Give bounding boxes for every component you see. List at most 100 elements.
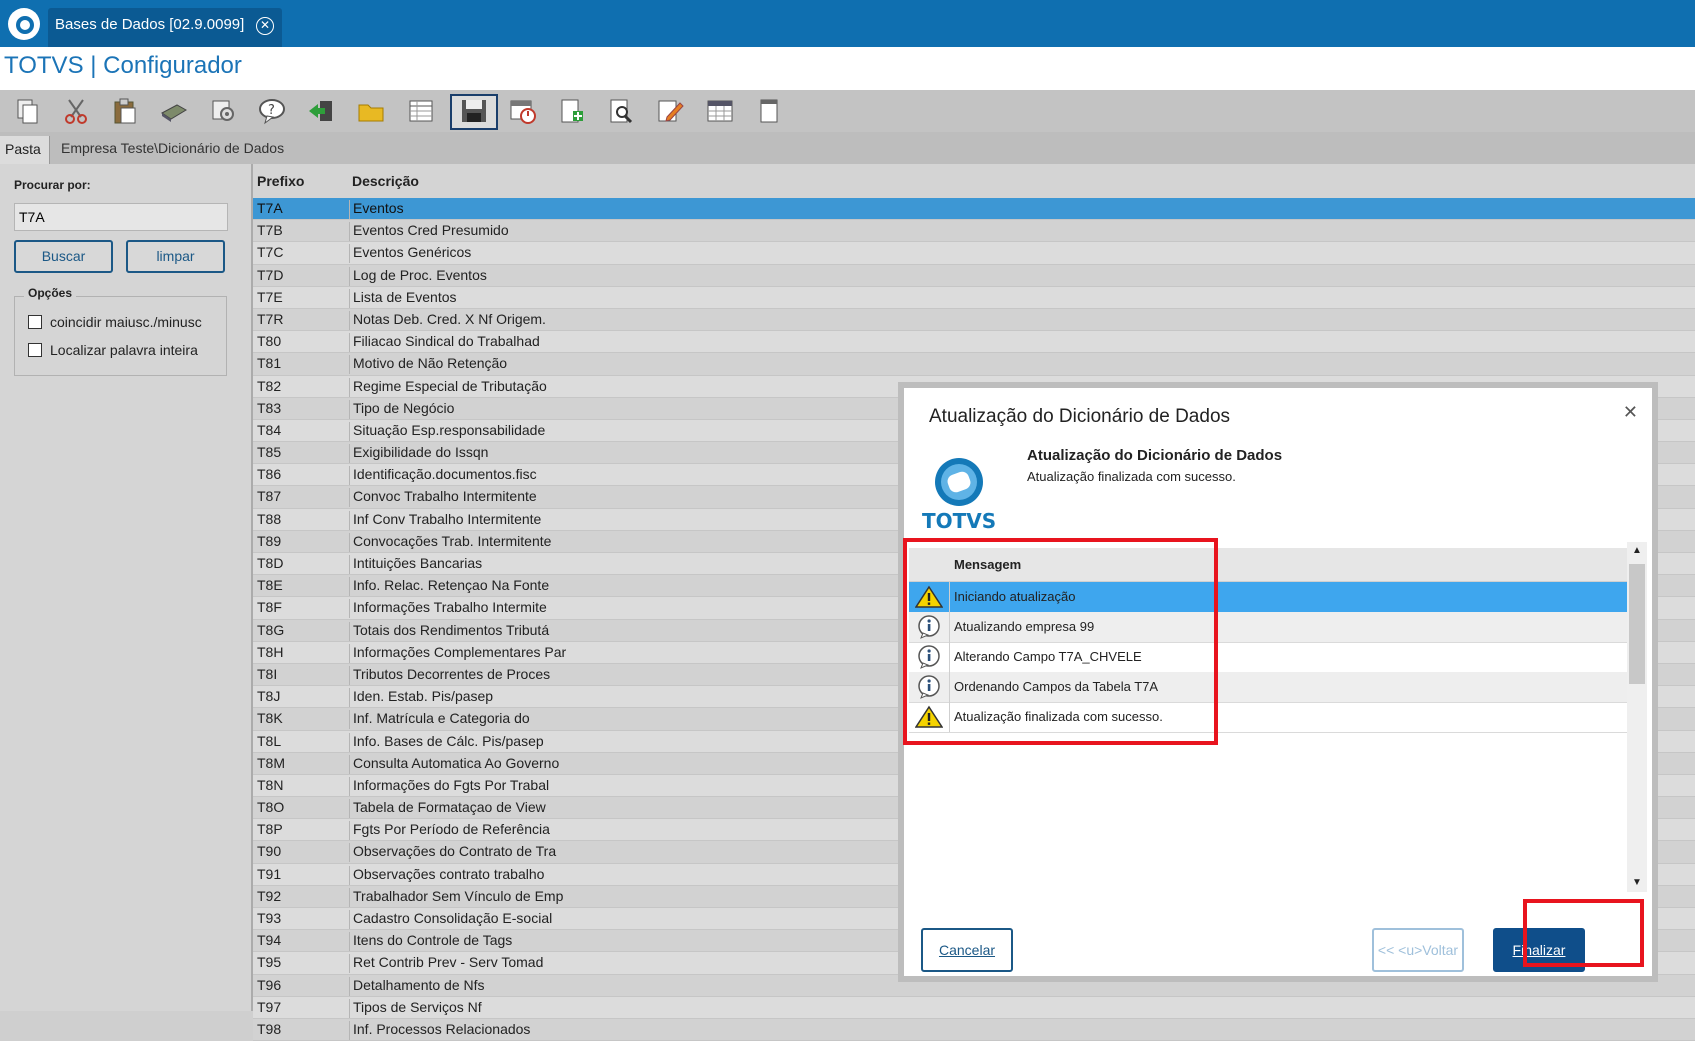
table-row[interactable]: T7E Lista de Eventos bbox=[253, 286, 1695, 309]
cell-descricao: Inf Conv Trabalho Intermitente bbox=[349, 510, 541, 530]
cell-prefixo: T8E bbox=[257, 577, 283, 594]
cell-descricao: Ret Contrib Prev - Serv Tomad bbox=[349, 954, 543, 974]
table-row[interactable]: T7A Eventos bbox=[253, 198, 1695, 221]
cell-prefixo: T94 bbox=[257, 932, 282, 949]
cell-descricao: Notas Deb. Cred. X Nf Origem. bbox=[349, 310, 546, 330]
cell-descricao: Eventos Cred Presumido bbox=[349, 222, 509, 242]
toolbar: ? bbox=[0, 90, 1695, 132]
table-row[interactable]: T98 Inf. Processos Relacionados bbox=[253, 1018, 1695, 1041]
voltar-button: << <u>Voltar bbox=[1372, 928, 1464, 972]
cell-prefixo: T8P bbox=[257, 821, 283, 838]
totvs-logo-text: TOTVS bbox=[922, 509, 996, 533]
cell-descricao: Intituições Bancarias bbox=[349, 555, 482, 574]
totvs-logo-icon bbox=[8, 8, 40, 40]
cell-prefixo: T7C bbox=[257, 244, 284, 261]
cell-prefixo: T8D bbox=[257, 555, 284, 571]
messages-scrollbar[interactable]: ▲ ▼ bbox=[1627, 542, 1647, 892]
top-bar: Bases de Dados [02.9.0099] ✕ bbox=[0, 0, 1695, 47]
search-panel: Procurar por: Buscar limpar Opções coinc… bbox=[0, 164, 253, 1011]
table-row[interactable]: T7D Log de Proc. Eventos bbox=[253, 264, 1695, 287]
save-icon[interactable] bbox=[450, 94, 498, 130]
highlight-messages bbox=[903, 538, 1218, 745]
cell-prefixo: T86 bbox=[257, 466, 282, 483]
cancelar-button[interactable]: Cancelar bbox=[921, 928, 1013, 972]
edit-icon[interactable] bbox=[651, 96, 689, 126]
close-icon[interactable]: ✕ bbox=[1623, 402, 1638, 423]
cell-descricao: Tipos de Serviços Nf bbox=[349, 998, 482, 1018]
checkbox[interactable] bbox=[28, 343, 42, 357]
exit-icon[interactable] bbox=[302, 96, 340, 126]
table-row[interactable]: T97 Tipos de Serviços Nf bbox=[253, 996, 1695, 1019]
cell-descricao: Fgts Por Período de Referência bbox=[349, 821, 550, 841]
cell-prefixo: T81 bbox=[257, 355, 282, 372]
checkbox[interactable] bbox=[28, 315, 42, 329]
cell-prefixo: T7B bbox=[257, 222, 283, 239]
cell-descricao: Tabela de Formataçao de View bbox=[349, 799, 546, 819]
search-input[interactable] bbox=[14, 203, 228, 231]
cell-prefixo: T8M bbox=[257, 754, 285, 771]
header-descricao[interactable]: Descrição bbox=[352, 173, 419, 189]
cell-prefixo: T8G bbox=[257, 621, 285, 638]
book-icon[interactable] bbox=[155, 96, 193, 126]
cell-descricao: Log de Proc. Eventos bbox=[349, 266, 487, 286]
table-row[interactable]: T7B Eventos Cred Presumido bbox=[253, 220, 1695, 243]
cell-descricao: Convoc Trabalho Intermitente bbox=[349, 488, 537, 508]
scroll-up-icon[interactable]: ▲ bbox=[1627, 542, 1647, 560]
cell-descricao: Info. Relac. Retençao Na Fonte bbox=[349, 577, 549, 597]
tab-label: Bases de Dados [02.9.0099] bbox=[55, 16, 245, 33]
limpar-button[interactable]: limpar bbox=[126, 240, 225, 273]
options-group bbox=[14, 296, 227, 376]
cell-descricao: Tributos Decorrentes de Proces bbox=[349, 665, 550, 685]
grid-icon[interactable] bbox=[701, 96, 739, 126]
cell-prefixo: T97 bbox=[257, 998, 282, 1015]
scroll-down-icon[interactable]: ▼ bbox=[1627, 874, 1647, 892]
header-prefixo[interactable]: Prefixo bbox=[257, 173, 304, 189]
cut-icon[interactable] bbox=[57, 96, 95, 126]
cell-prefixo: T93 bbox=[257, 910, 282, 926]
dialog-subtitle: Atualização do Dicionário de Dados bbox=[1027, 447, 1283, 464]
buscar-button[interactable]: Buscar bbox=[14, 240, 113, 273]
table-row[interactable]: T80 Filiacao Sindical do Trabalhad bbox=[253, 331, 1695, 354]
title-bar: TOTVS | Configurador bbox=[0, 47, 1695, 91]
tab-close-icon[interactable]: ✕ bbox=[256, 17, 274, 35]
tab-bases-de-dados[interactable]: Bases de Dados [02.9.0099] ✕ bbox=[48, 8, 282, 47]
svg-text:?: ? bbox=[268, 103, 275, 118]
folder-icon[interactable] bbox=[352, 96, 390, 126]
cell-prefixo: T7R bbox=[257, 310, 284, 327]
gears-icon[interactable] bbox=[204, 96, 242, 126]
cell-prefixo: T8N bbox=[257, 776, 284, 793]
table-row[interactable]: T7C Eventos Genéricos bbox=[253, 242, 1695, 265]
cell-descricao: Observações contrato trabalho bbox=[349, 865, 544, 885]
app-title: TOTVS | Configurador bbox=[4, 52, 242, 79]
tab-pasta-label: Pasta bbox=[5, 141, 41, 157]
help-icon[interactable]: ? bbox=[253, 96, 291, 126]
calendar-clock-icon[interactable] bbox=[504, 96, 542, 126]
table-row[interactable]: T81 Motivo de Não Retenção bbox=[253, 353, 1695, 376]
table-row[interactable]: T7R Notas Deb. Cred. X Nf Origem. bbox=[253, 308, 1695, 332]
page-icon[interactable] bbox=[750, 96, 788, 126]
dialog-title: Atualização do Dicionário de Dados bbox=[929, 406, 1231, 427]
cell-prefixo: T83 bbox=[257, 399, 282, 416]
cell-prefixo: T88 bbox=[257, 510, 282, 527]
cell-descricao: Exigibilidade do Issqn bbox=[349, 444, 488, 464]
search-doc-icon[interactable] bbox=[602, 96, 640, 126]
cell-prefixo: T8I bbox=[257, 665, 278, 682]
cell-prefixo: T8L bbox=[257, 732, 282, 749]
table-icon[interactable] bbox=[402, 96, 440, 126]
copy-icon[interactable] bbox=[8, 96, 46, 126]
cell-descricao: Tipo de Negócio bbox=[349, 399, 454, 419]
cell-prefixo: T84 bbox=[257, 421, 282, 438]
paste-icon[interactable] bbox=[105, 96, 143, 126]
cell-descricao: Iden. Estab. Pis/pasep bbox=[349, 688, 493, 708]
dialog-status-text: Atualização finalizada com sucesso. bbox=[1027, 469, 1236, 484]
cell-descricao: Informações Complementares Par bbox=[349, 643, 566, 663]
cell-prefixo: T8O bbox=[257, 799, 285, 816]
folder-bar: Pasta Empresa Teste\Dicionário de Dados bbox=[0, 132, 1695, 164]
cell-prefixo: T90 bbox=[257, 843, 282, 860]
scroll-thumb[interactable] bbox=[1629, 564, 1645, 684]
cell-prefixo: T8H bbox=[257, 643, 284, 660]
cell-descricao: Itens do Controle de Tags bbox=[349, 932, 512, 952]
cell-prefixo: T8K bbox=[257, 710, 283, 727]
tab-pasta[interactable]: Pasta bbox=[0, 136, 50, 164]
add-doc-icon[interactable] bbox=[553, 96, 591, 126]
